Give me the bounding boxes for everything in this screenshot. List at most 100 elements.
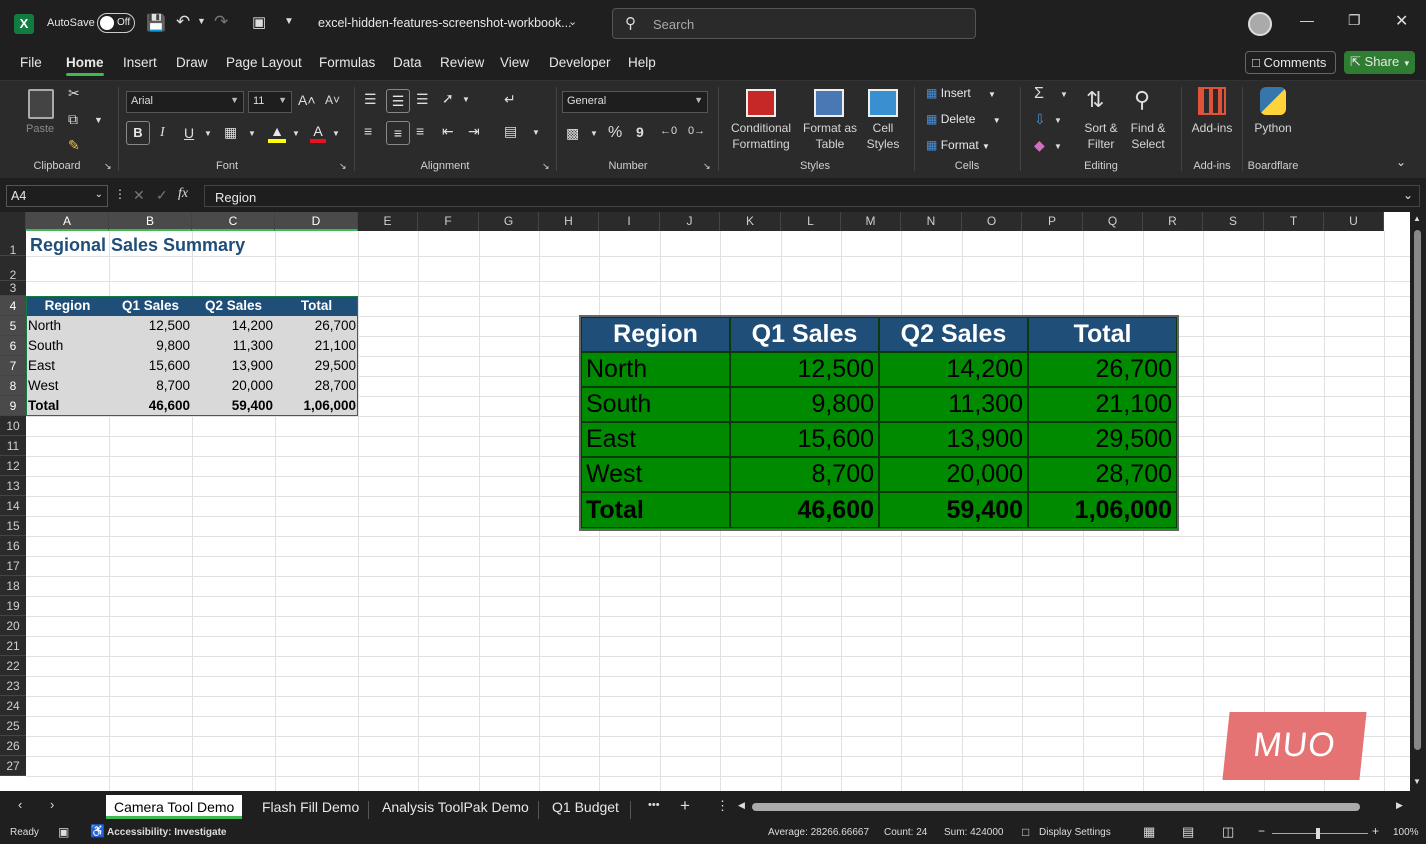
row-header-25[interactable]: 25 — [0, 716, 26, 736]
accounting-format-icon[interactable]: ▩ — [566, 125, 579, 142]
redo-icon[interactable]: ↷ — [214, 12, 228, 32]
align-left-icon[interactable]: ≡ — [364, 123, 372, 139]
collapse-ribbon-icon[interactable]: ⌄ — [1396, 155, 1406, 169]
linked-picture[interactable]: Region Q1 Sales Q2 Sales Total North 12,500 14… — [579, 315, 1179, 531]
column-header-a[interactable]: A — [26, 212, 109, 231]
autosum-icon[interactable]: Σ — [1034, 85, 1044, 103]
table-cell[interactable]: 29,500 — [275, 356, 358, 376]
format-painter-icon[interactable]: ✎ — [68, 137, 80, 154]
alignment-launcher-icon[interactable]: ↘ — [542, 161, 550, 172]
menu-view[interactable]: View — [500, 55, 529, 70]
menu-help[interactable]: Help — [628, 55, 656, 70]
format-as-table-button[interactable]: Format as Table — [800, 87, 860, 153]
delete-cells-button[interactable]: ▦ Delete ▼ — [926, 112, 1010, 132]
table-cell[interactable]: 14,200 — [192, 316, 275, 336]
conditional-formatting-button[interactable]: Conditional Formatting — [726, 87, 796, 153]
row-header-15[interactable]: 15 — [0, 516, 26, 536]
column-header-j[interactable]: J — [660, 212, 720, 231]
total-row-cell[interactable]: 1,06,000 — [275, 396, 358, 416]
column-header-o[interactable]: O — [962, 212, 1022, 231]
column-header-m[interactable]: M — [841, 212, 901, 231]
avatar[interactable] — [1248, 12, 1272, 36]
column-header-p[interactable]: P — [1022, 212, 1083, 231]
undo-icon[interactable]: ↶ — [176, 12, 190, 32]
add-ins-button[interactable]: Add-ins — [1186, 87, 1238, 143]
sort-filter-button[interactable]: ⇅ Sort & Filter — [1078, 87, 1124, 153]
copy-dropdown-icon[interactable]: ▼ — [94, 115, 103, 125]
confirm-entry-icon[interactable]: ✓ — [156, 187, 168, 204]
comma-style-icon[interactable]: 9 — [636, 124, 644, 140]
add-sheet-icon[interactable]: + — [680, 796, 690, 816]
restore-icon[interactable]: ❐ — [1348, 12, 1361, 29]
menu-data[interactable]: Data — [393, 55, 422, 70]
close-icon[interactable]: ✕ — [1395, 11, 1408, 31]
align-center-icon[interactable]: ≡ — [386, 121, 410, 145]
autosave-toggle[interactable]: Off — [97, 13, 135, 33]
camera-icon[interactable]: ▣ — [252, 13, 266, 31]
row-header-9[interactable]: 9 — [0, 396, 26, 416]
table-cell[interactable]: 8,700 — [109, 376, 192, 396]
worksheet-grid[interactable]: ABCDEFGHIJKLMNOPQRSTU 1 2 3 4 5 6 7 8 9 10 11 12 13 1… — [0, 212, 1410, 791]
column-header-e[interactable]: E — [358, 212, 418, 231]
table-cell[interactable]: 12,500 — [109, 316, 192, 336]
row-header-8[interactable]: 8 — [0, 376, 26, 396]
clipboard-launcher-icon[interactable]: ↘ — [104, 161, 112, 172]
row-header-2[interactable]: 2 — [0, 256, 26, 282]
name-box[interactable]: A4 ⌄ — [6, 185, 108, 207]
table-cell[interactable]: 13,900 — [192, 356, 275, 376]
number-format-select[interactable]: General ▼ — [562, 91, 708, 113]
table-cell[interactable]: 11,300 — [192, 336, 275, 356]
clear-icon[interactable]: ◆ — [1034, 137, 1045, 154]
tab-flash-fill-demo[interactable]: Flash Fill Demo — [254, 795, 367, 819]
row-header-24[interactable]: 24 — [0, 696, 26, 716]
accessibility-status[interactable]: Accessibility: Investigate — [107, 827, 227, 838]
row-header-21[interactable]: 21 — [0, 636, 26, 656]
row-header-5[interactable]: 5 — [0, 316, 26, 336]
column-header-k[interactable]: K — [720, 212, 781, 231]
scroll-left-icon[interactable]: ◀ — [738, 800, 745, 811]
formula-input[interactable]: Region ⌄ — [204, 185, 1420, 207]
search-box[interactable]: ⚲ Search — [612, 8, 976, 39]
tab-camera-tool-demo[interactable]: Camera Tool Demo — [106, 795, 243, 819]
next-sheet-icon[interactable]: › — [50, 797, 54, 812]
menu-formulas[interactable]: Formulas — [319, 55, 375, 70]
font-color-icon[interactable]: A — [310, 123, 326, 143]
menu-review[interactable]: Review — [440, 55, 484, 70]
cancel-entry-icon[interactable]: ✕ — [133, 187, 145, 204]
row-header-10[interactable]: 10 — [0, 416, 26, 436]
merge-dropdown-icon[interactable]: ▼ — [532, 128, 540, 137]
macro-record-icon[interactable]: ▣ — [58, 825, 69, 839]
menu-page-layout[interactable]: Page Layout — [226, 55, 302, 70]
fill-icon[interactable]: ⇩ — [1034, 111, 1046, 128]
prev-sheet-icon[interactable]: ‹ — [18, 797, 22, 812]
zoom-slider[interactable] — [1272, 828, 1368, 839]
fill-color-dropdown-icon[interactable]: ▼ — [292, 129, 300, 138]
total-row-cell[interactable]: 46,600 — [109, 396, 192, 416]
row-header-11[interactable]: 11 — [0, 436, 26, 456]
row-header-22[interactable]: 22 — [0, 656, 26, 676]
number-launcher-icon[interactable]: ↘ — [703, 161, 711, 172]
align-right-icon[interactable]: ≡ — [416, 123, 424, 139]
underline-button[interactable]: U — [184, 125, 194, 141]
table-header-cell[interactable]: Q2 Sales — [192, 296, 275, 316]
menu-developer[interactable]: Developer — [549, 55, 611, 70]
scroll-right-icon[interactable]: ▶ — [1396, 800, 1403, 811]
tab-analysis-toolpak-demo[interactable]: Analysis ToolPak Demo — [374, 795, 537, 819]
share-button[interactable]: ⇱ Share ▼ — [1344, 51, 1415, 74]
formula-options-icon[interactable]: ⋮ — [114, 187, 126, 201]
total-row-cell[interactable]: 59,400 — [192, 396, 275, 416]
menu-home[interactable]: Home — [66, 55, 104, 76]
row-header-13[interactable]: 13 — [0, 476, 26, 496]
italic-button[interactable]: I — [160, 125, 165, 141]
undo-dropdown-icon[interactable]: ▼ — [197, 16, 206, 26]
zoom-slider-thumb[interactable] — [1316, 828, 1320, 839]
increase-decimal-icon[interactable]: ←0 — [660, 125, 677, 137]
more-sheets-icon[interactable]: ••• — [648, 799, 660, 811]
bold-button[interactable]: B — [126, 121, 150, 145]
column-header-h[interactable]: H — [539, 212, 599, 231]
column-header-l[interactable]: L — [781, 212, 841, 231]
column-header-g[interactable]: G — [479, 212, 539, 231]
table-cell[interactable]: West — [26, 376, 109, 396]
row-header-18[interactable]: 18 — [0, 576, 26, 596]
normal-view-icon[interactable]: ▦ — [1143, 824, 1155, 840]
